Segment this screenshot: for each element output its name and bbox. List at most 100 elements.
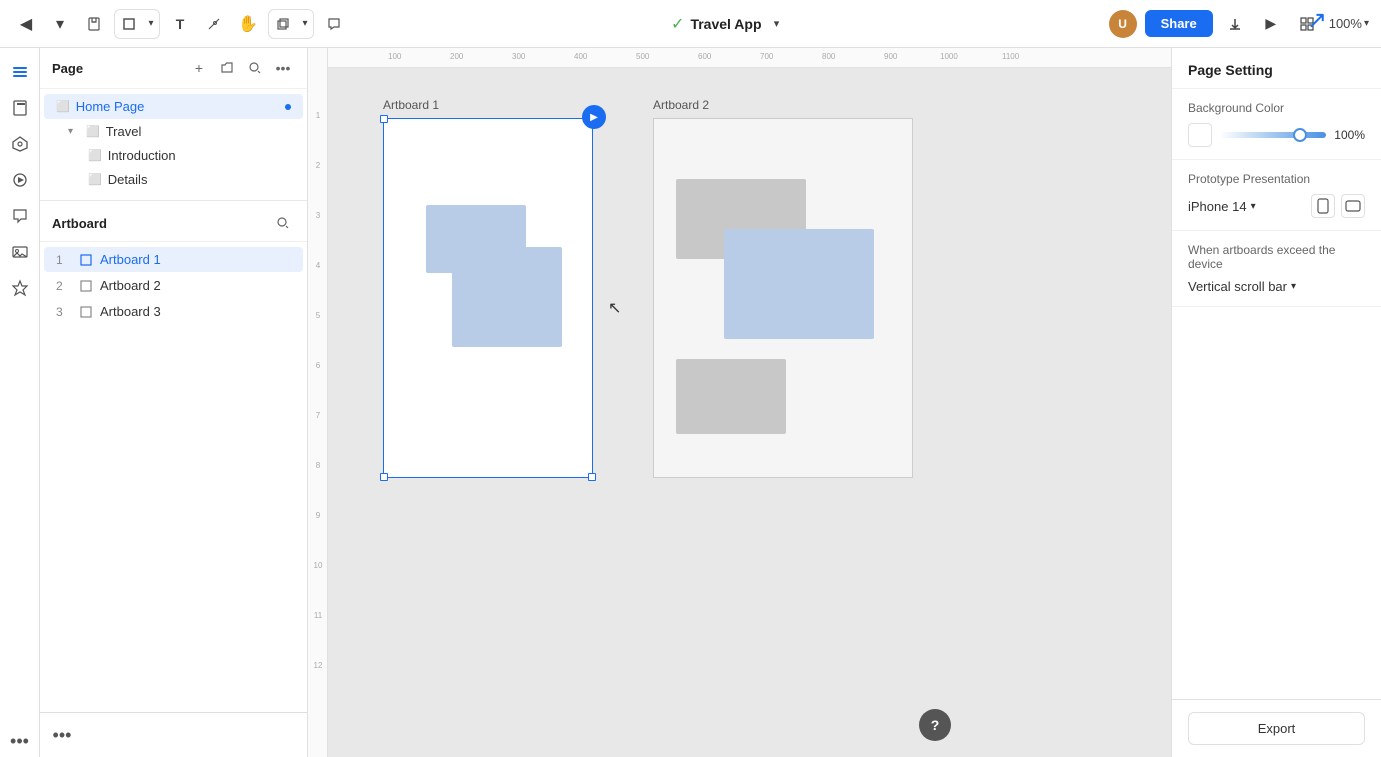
project-dropdown[interactable]: ▾ xyxy=(768,10,786,38)
toolbar-center: ✓ Travel App ▾ xyxy=(356,10,1101,38)
handle-bl[interactable] xyxy=(380,473,388,481)
svg-text:4: 4 xyxy=(316,261,321,270)
back-button[interactable]: ◀ xyxy=(12,10,40,38)
page-setting-title: Page Setting xyxy=(1188,62,1273,78)
export-button-right[interactable]: Export xyxy=(1188,712,1365,745)
color-slider-thumb[interactable] xyxy=(1293,128,1307,142)
handle-br[interactable] xyxy=(588,473,596,481)
page-active-dot xyxy=(285,104,291,110)
artboard2-shape-blue xyxy=(724,229,874,339)
device-row: iPhone 14 ▾ xyxy=(1188,194,1365,218)
landscape-button[interactable] xyxy=(1341,194,1365,218)
page-label-homepage: Home Page xyxy=(76,99,279,114)
artboard-label-2: Artboard 2 xyxy=(100,278,291,293)
svg-text:400: 400 xyxy=(574,52,588,61)
artboard-section-title: Artboard xyxy=(52,216,271,231)
svg-text:300: 300 xyxy=(512,52,526,61)
comments-panel-button[interactable] xyxy=(4,200,36,232)
play-button[interactable]: ▶ xyxy=(1257,10,1285,38)
export-button[interactable] xyxy=(1221,10,1249,38)
sidebar-icon-bar: ••• xyxy=(0,48,40,757)
frame-button[interactable] xyxy=(115,10,143,38)
handle-tl[interactable] xyxy=(380,115,388,123)
pages-panel-button[interactable] xyxy=(4,92,36,124)
dots-button[interactable]: ••• xyxy=(48,721,76,749)
search-pages-button[interactable] xyxy=(243,56,267,80)
shape-dropdown[interactable]: ▾ xyxy=(297,10,313,38)
subitem-icon2: ⬜ xyxy=(88,173,102,186)
artboard1-shape2 xyxy=(452,247,562,347)
shape-tool-group: ▾ xyxy=(268,9,314,39)
pen-tool[interactable] xyxy=(200,10,228,38)
artboard-icon-2 xyxy=(80,280,92,292)
sidebar-bottom: ••• xyxy=(4,725,36,757)
pages-list: ⬜ Home Page ▾ ⬜ Travel ⬜ Introduction ⬜ … xyxy=(40,89,307,196)
plugins-panel-button[interactable] xyxy=(4,272,36,304)
color-slider-track xyxy=(1220,132,1326,138)
shape-tool[interactable] xyxy=(269,10,297,38)
right-panel-footer: Export xyxy=(1172,699,1381,757)
more-options-button[interactable]: ••• xyxy=(4,725,36,757)
color-slider[interactable] xyxy=(1220,132,1326,138)
history-dropdown[interactable]: ▾ xyxy=(46,10,74,38)
artboard1-play-button[interactable]: ▶ xyxy=(582,105,606,129)
search-artboards-button[interactable] xyxy=(271,211,295,235)
share-button[interactable]: Share xyxy=(1145,10,1213,37)
text-tool[interactable]: T xyxy=(166,10,194,38)
hand-tool[interactable]: ✋ xyxy=(234,10,262,38)
frame-dropdown[interactable]: ▾ xyxy=(143,10,159,38)
add-page-button[interactable]: + xyxy=(187,56,211,80)
zoom-indicator[interactable]: 100% ▾ xyxy=(1329,16,1369,31)
prototype-panel-button[interactable] xyxy=(4,164,36,196)
artboard-item-2[interactable]: 2 Artboard 2 xyxy=(44,273,303,298)
artboard-num-2: 2 xyxy=(56,279,72,293)
right-panel: Page Setting Background Color 100% Proto… xyxy=(1171,48,1381,757)
page-icon: ⬜ xyxy=(56,100,70,113)
svg-text:700: 700 xyxy=(760,52,774,61)
svg-text:6: 6 xyxy=(316,361,321,370)
pages-section-title: Page xyxy=(52,61,187,76)
svg-text:8: 8 xyxy=(316,461,321,470)
pages-section-header: Page + ••• xyxy=(40,48,307,89)
artboard2-header: Artboard 2 xyxy=(653,98,913,112)
ruler-v-marks: 1 2 3 4 5 6 7 8 9 10 11 12 xyxy=(308,68,328,757)
artboard2-frame[interactable] xyxy=(653,118,913,478)
svg-text:600: 600 xyxy=(698,52,712,61)
layers-panel-button[interactable] xyxy=(4,56,36,88)
portrait-button[interactable] xyxy=(1311,194,1335,218)
artboard1-frame[interactable]: ▶ xyxy=(383,118,593,478)
bg-color-row: 100% xyxy=(1188,123,1365,147)
svg-text:100: 100 xyxy=(388,52,402,61)
pages-more-button[interactable]: ••• xyxy=(271,56,295,80)
cursor-arrow: ↖ xyxy=(608,298,621,318)
device-orientation-icons xyxy=(1311,194,1365,218)
folder-icon: ⬜ xyxy=(86,125,100,138)
artboard-item-1[interactable]: 1 Artboard 1 xyxy=(44,247,303,272)
new-file-button[interactable] xyxy=(80,10,108,38)
svg-text:7: 7 xyxy=(316,411,321,420)
canvas-content[interactable]: Artboard 1 ▶ Artboard xyxy=(328,68,1171,757)
folder-button[interactable] xyxy=(215,56,239,80)
scroll-bar-row: Vertical scroll bar ▾ xyxy=(1188,279,1365,294)
canvas-area[interactable]: 1 2 3 4 5 6 7 8 9 10 11 12 100 200 300 4… xyxy=(308,48,1171,757)
artboard-label-1: Artboard 1 xyxy=(100,252,291,267)
scroll-select[interactable]: Vertical scroll bar ▾ xyxy=(1188,279,1296,294)
device-select[interactable]: iPhone 14 ▾ xyxy=(1188,199,1256,214)
help-button[interactable]: ? xyxy=(919,709,951,741)
media-panel-button[interactable] xyxy=(4,236,36,268)
bg-color-percent: 100% xyxy=(1334,128,1365,142)
bottom-dots: ••• xyxy=(40,712,307,757)
tree-subitem-introduction[interactable]: ⬜ Introduction xyxy=(44,144,303,167)
artboard-item-3[interactable]: 3 Artboard 3 xyxy=(44,299,303,324)
components-panel-button[interactable] xyxy=(4,128,36,160)
exceed-label: When artboards exceed the device xyxy=(1188,243,1365,271)
right-panel-header: Page Setting xyxy=(1172,48,1381,89)
page-item-homepage[interactable]: ⬜ Home Page xyxy=(44,94,303,119)
main-area: ••• Page + ••• ⬜ Home Page xyxy=(0,48,1381,757)
svg-text:900: 900 xyxy=(884,52,898,61)
tree-subitem-details[interactable]: ⬜ Details xyxy=(44,168,303,191)
comment-tool[interactable] xyxy=(320,10,348,38)
tree-item-travel[interactable]: ▾ ⬜ Travel xyxy=(44,120,303,143)
svg-text:1000: 1000 xyxy=(940,52,958,61)
color-swatch[interactable] xyxy=(1188,123,1212,147)
